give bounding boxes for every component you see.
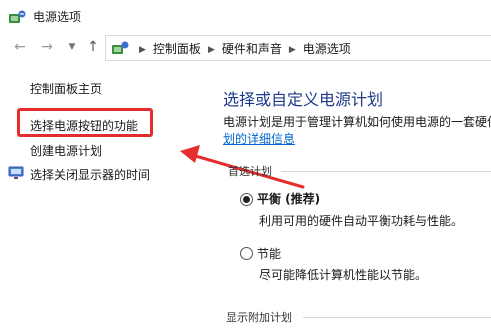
show-additional-plans[interactable]: 显示附加计划 [226,309,292,325]
window-title: 电源选项 [33,10,82,24]
breadcrumb-control-panel[interactable]: 控制面板 [153,42,201,56]
plan-name-power-saver[interactable]: 节能 [257,245,281,262]
sidebar-home-link[interactable]: 控制面板主页 [30,80,102,97]
plan-description-text: 电源计划是用于管理计算机如何使用电源的一套硬件 [223,115,491,129]
page-heading: 选择或自定义电源计划 [223,90,384,109]
breadcrumb-power-options[interactable]: 电源选项 [303,42,351,56]
section-divider [281,171,491,172]
navigation-bar: ← → ▼ ↑ ▶ 控制面板 ▶ 硬件和声音 ▶ 电源选项 [0,34,491,62]
up-arrow-icon[interactable]: ↑ [84,37,102,57]
sidebar-item-create-plan[interactable]: 创建电源计划 [30,142,102,159]
chevron-right-icon: ▶ [139,45,146,55]
back-arrow-icon[interactable]: ← [11,37,29,57]
radio-power-saver[interactable] [240,247,253,260]
plan-desc-balanced: 利用可用的硬件自动平衡功耗与性能。 [259,214,464,228]
plan-name-balanced[interactable]: 平衡 (推荐) [257,190,320,207]
title-bar: 电源选项 [0,0,491,34]
forward-arrow-icon[interactable]: → [38,37,56,57]
chevron-down-icon[interactable]: ▼ [63,37,81,57]
chevron-right-icon: ▶ [207,45,215,55]
power-options-icon [9,10,26,23]
section-divider [303,317,491,318]
plan-desc-power-saver: 尽可能降低计算机性能以节能。 [259,268,428,282]
chevron-right-icon: ▶ [288,45,296,55]
highlight-box [17,108,153,137]
sidebar-item-display-off[interactable]: 选择关闭显示器的时间 [30,166,150,183]
preferred-plans-title: 首选计划 [228,165,272,178]
breadcrumb: ▶ 控制面板 ▶ 硬件和声音 ▶ 电源选项 [132,40,351,57]
radio-balanced[interactable] [240,193,253,206]
address-bar[interactable]: ▶ 控制面板 ▶ 硬件和声音 ▶ 电源选项 [105,35,491,61]
plan-details-link[interactable]: 划的详细信息 [223,130,295,147]
breadcrumb-hardware-sound[interactable]: 硬件和声音 [222,42,282,56]
monitor-icon [8,166,24,179]
control-panel-icon [112,41,129,54]
